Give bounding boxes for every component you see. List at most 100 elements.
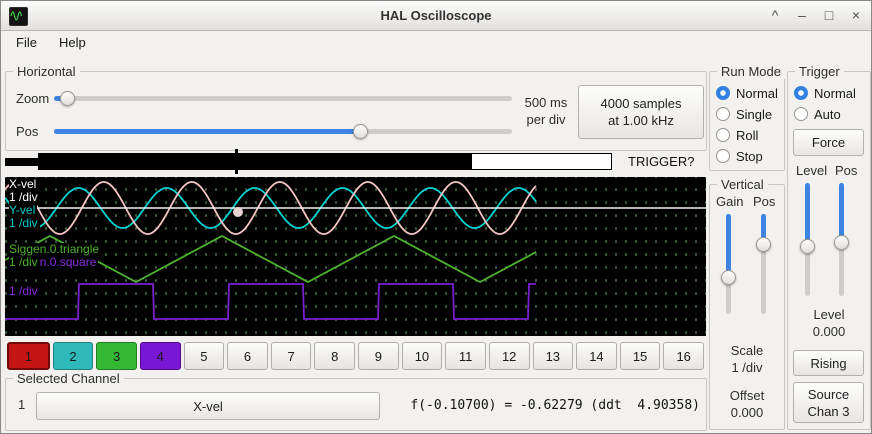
trigger-level-value: 0.000 [788, 324, 870, 339]
gain-slider-track[interactable] [726, 214, 731, 314]
horizontal-panel: Horizontal Zoom Pos 500 ms per div 4000 … [5, 71, 707, 151]
channel-buttons-row: 12345678910111213141516 [7, 342, 704, 370]
runmode-roll-radio[interactable]: Roll [716, 127, 758, 143]
radio-icon [794, 86, 808, 100]
edge-button[interactable]: Rising [793, 350, 864, 376]
channel-button-6[interactable]: 6 [227, 342, 268, 370]
channel-button-15[interactable]: 15 [620, 342, 661, 370]
scope-display: X-vel1 /divY-vel1 /divSiggen.0.square1 /… [5, 177, 706, 336]
channel-button-16[interactable]: 16 [663, 342, 704, 370]
selected-channel-panel: Selected Channel 1 X-vel f(-0.10700) = -… [5, 378, 707, 431]
maximize-button[interactable]: □ [822, 1, 836, 30]
record-pre-segment [5, 158, 38, 166]
samples-button[interactable]: 4000 samples at 1.00 kHz [578, 85, 704, 139]
channel-source-button[interactable]: X-vel [36, 392, 380, 420]
channel-button-1[interactable]: 1 [7, 342, 50, 370]
offset-value: 0.000 [710, 405, 784, 420]
scope-waves [5, 177, 706, 336]
zoom-slider-track[interactable] [54, 96, 512, 101]
force-button[interactable]: Force [793, 129, 864, 156]
menubar: File Help [1, 30, 871, 57]
record-view-bar [38, 153, 612, 170]
window-title: HAL Oscilloscope [1, 8, 871, 23]
run-mode-panel: Run Mode Normal Single Roll Stop [709, 71, 785, 171]
channel-button-14[interactable]: 14 [576, 342, 617, 370]
trigger-source-line2: Chan 3 [808, 403, 850, 420]
minimize-button[interactable]: – [795, 1, 809, 30]
radio-icon [794, 107, 808, 121]
trigger-pos-fill [839, 183, 844, 243]
radio-label: Single [736, 107, 772, 122]
samples-line1: 4000 samples [601, 95, 682, 112]
scope-channel-scale-3: 1 /div [9, 256, 40, 269]
rate-label: 500 ms per div [514, 94, 578, 128]
trigger-point-dot [233, 207, 243, 217]
run-mode-title: Run Mode [717, 64, 785, 79]
scale-value: 1 /div [710, 360, 784, 375]
radio-label: Roll [736, 128, 758, 143]
trigger-status-label: TRIGGER? [628, 154, 694, 169]
radio-label: Normal [814, 86, 856, 101]
runmode-stop-radio[interactable]: Stop [716, 148, 763, 164]
menu-file[interactable]: File [5, 30, 48, 57]
radio-icon [716, 86, 730, 100]
rate-line1: 500 ms [514, 94, 578, 111]
channel-value-readout: f(-0.10700) = -0.62279 (ddt 4.90358) [410, 398, 700, 413]
channel-button-4[interactable]: 4 [140, 342, 181, 370]
channel-button-5[interactable]: 5 [184, 342, 225, 370]
trigger-normal-radio[interactable]: Normal [794, 85, 856, 101]
vpos-slider-thumb[interactable] [756, 237, 771, 252]
channel-button-2[interactable]: 2 [53, 342, 94, 370]
channel-button-10[interactable]: 10 [402, 342, 443, 370]
horizontal-panel-title: Horizontal [13, 64, 80, 79]
channel-button-9[interactable]: 9 [358, 342, 399, 370]
scope-channel-scale-4: 1 /div [9, 285, 40, 298]
channel-button-11[interactable]: 11 [445, 342, 486, 370]
trigger-auto-radio[interactable]: Auto [794, 106, 841, 122]
vertical-panel: Vertical Gain Pos Scale 1 /div Offset 0.… [709, 184, 785, 430]
channel-button-8[interactable]: 8 [314, 342, 355, 370]
trigger-panel: Trigger Normal Auto Force Level Pos Leve… [787, 71, 871, 430]
trigger-level-thumb[interactable] [800, 239, 815, 254]
radio-label: Auto [814, 107, 841, 122]
channel-button-13[interactable]: 13 [533, 342, 574, 370]
scope-channel-scale-2: 1 /div [9, 217, 40, 230]
radio-icon [716, 149, 730, 163]
zoom-slider-thumb[interactable] [60, 91, 75, 106]
radio-label: Normal [736, 86, 778, 101]
radio-icon [716, 128, 730, 142]
gain-slider-fill [726, 214, 731, 278]
gain-label: Gain [716, 194, 743, 209]
runmode-single-radio[interactable]: Single [716, 106, 772, 122]
app-window: HAL Oscilloscope ^ – □ × File Help Horiz… [0, 0, 872, 434]
channel-button-12[interactable]: 12 [489, 342, 530, 370]
gain-slider-thumb[interactable] [721, 270, 736, 285]
samples-line2: at 1.00 kHz [608, 112, 674, 129]
trigger-level-caption: Level [788, 307, 870, 322]
close-button[interactable]: × [849, 1, 863, 30]
wave-trace-4 [5, 284, 536, 319]
trigger-pos-thumb[interactable] [834, 235, 849, 250]
offset-caption: Offset [710, 388, 784, 403]
trigger-title: Trigger [795, 64, 844, 79]
pos-label: Pos [16, 124, 38, 139]
trigger-source-button[interactable]: Source Chan 3 [793, 382, 864, 423]
channel-button-3[interactable]: 3 [96, 342, 137, 370]
hpos-slider-fill [54, 129, 360, 134]
hpos-slider-thumb[interactable] [353, 124, 368, 139]
trigger-level-label: Level [796, 163, 827, 178]
radio-icon [716, 107, 730, 121]
vertical-title: Vertical [717, 177, 768, 192]
shade-button[interactable]: ^ [768, 1, 782, 30]
record-view-fill [39, 154, 472, 169]
trigger-level-fill [805, 183, 810, 247]
channel-button-7[interactable]: 7 [271, 342, 312, 370]
runmode-normal-radio[interactable]: Normal [716, 85, 778, 101]
scale-caption: Scale [710, 343, 784, 358]
trigger-position-tick [235, 149, 238, 174]
menu-help[interactable]: Help [48, 30, 97, 57]
vpos-slider-track[interactable] [761, 214, 766, 314]
rate-line2: per div [514, 111, 578, 128]
hpos-slider-track[interactable] [54, 129, 512, 134]
vpos-label: Pos [753, 194, 775, 209]
